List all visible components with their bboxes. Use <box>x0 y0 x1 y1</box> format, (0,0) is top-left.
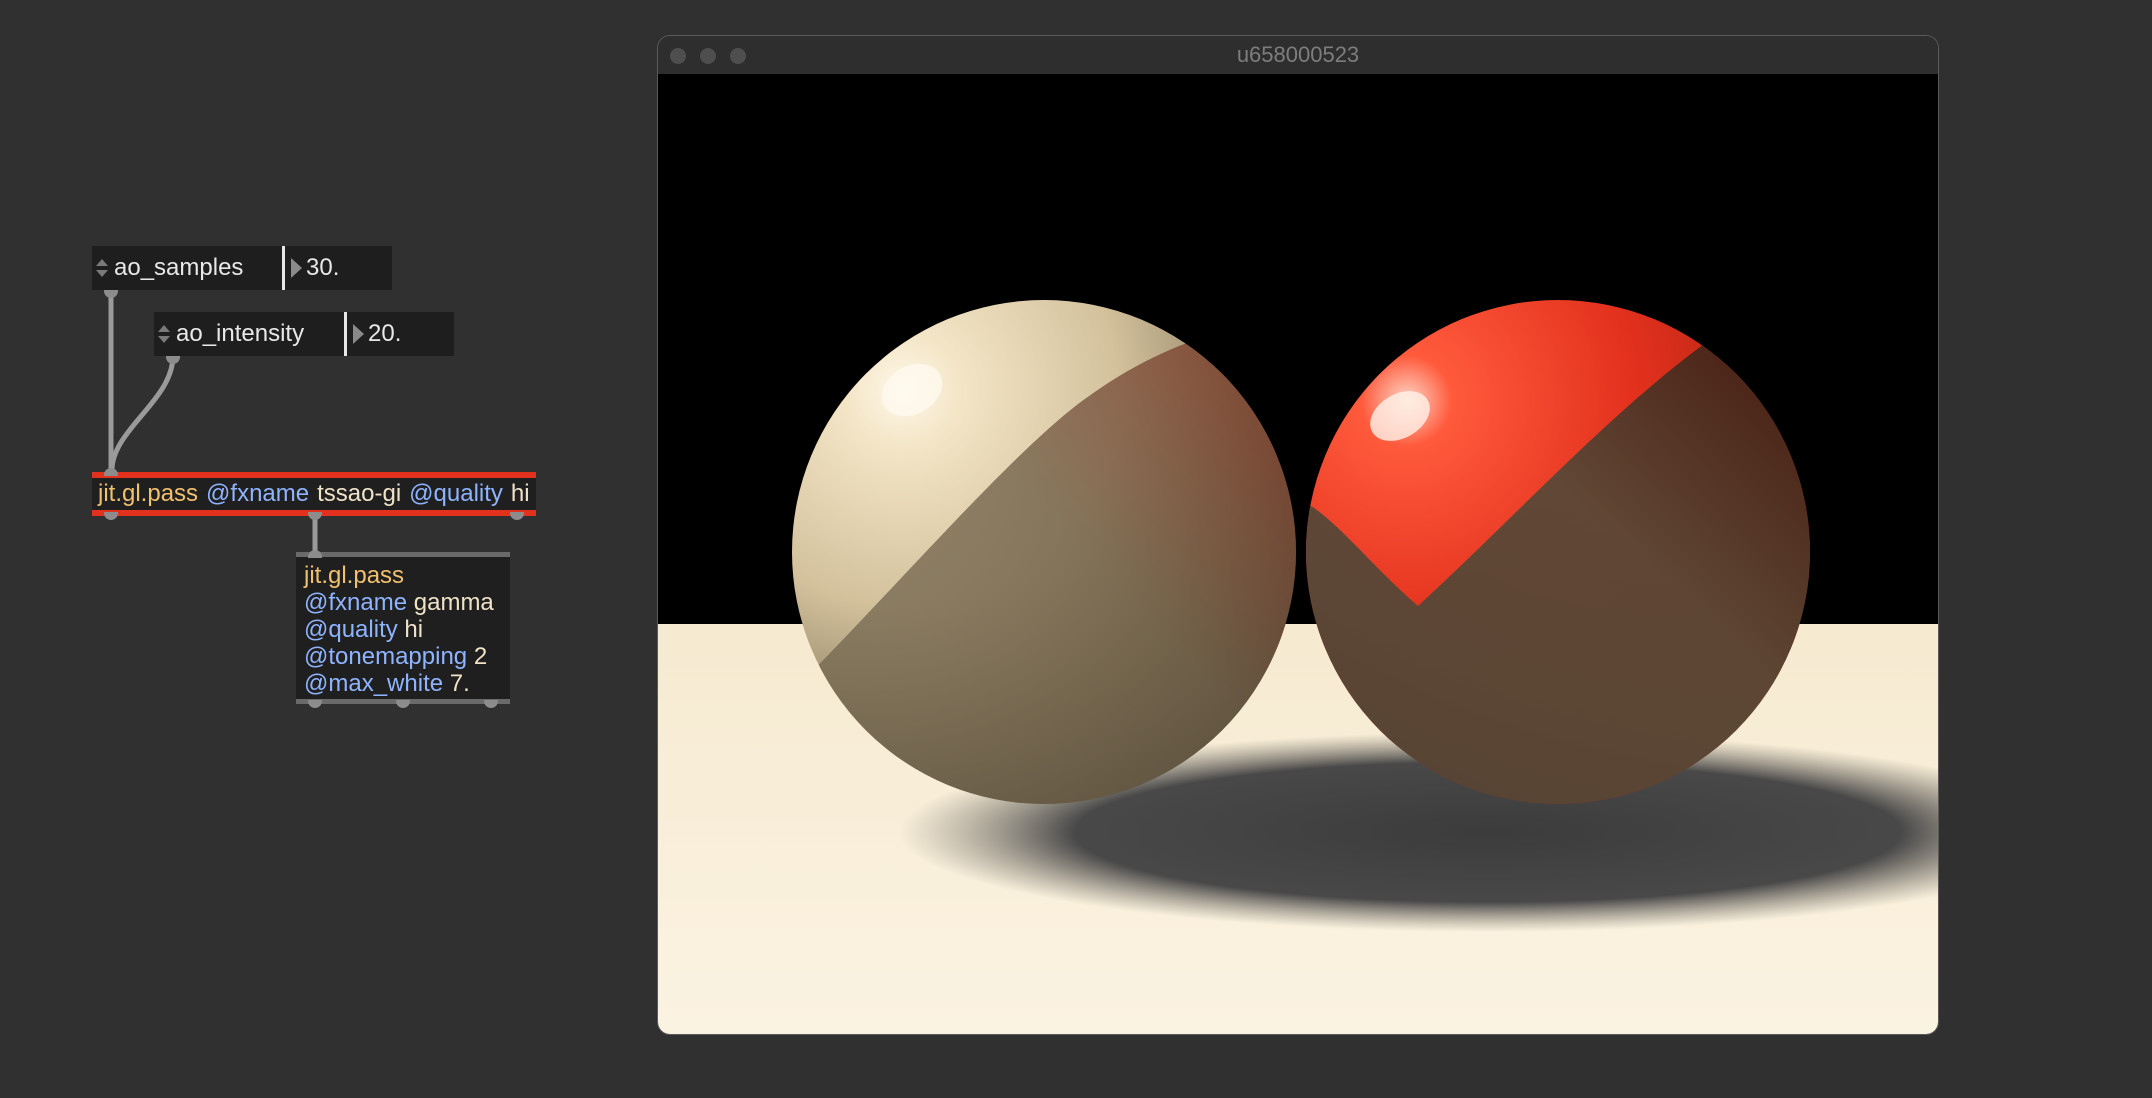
stepper-arrows-icon[interactable] <box>154 312 174 356</box>
arrow-down-icon <box>96 270 108 277</box>
attr-name: @fxname <box>304 589 408 616</box>
attr-value: tssao-gi <box>317 480 402 507</box>
number-box[interactable]: 20. <box>353 312 401 356</box>
gl-viewport[interactable] <box>658 74 1938 1034</box>
object-jit-gl-pass-tssao[interactable]: jit.gl.pass @fxname tssao-gi @quality hi <box>92 472 536 516</box>
attrui-ao-intensity[interactable]: ao_intensity 20. <box>154 312 454 356</box>
param-name: ao_intensity <box>176 320 305 347</box>
close-window-button[interactable] <box>670 48 686 64</box>
minimize-window-button[interactable] <box>700 48 716 64</box>
max-patcher-canvas[interactable]: ao_samples 30. ao_intensity 20. jit.gl.p… <box>0 0 2152 1098</box>
cord-ao-intensity <box>109 355 176 471</box>
outlet[interactable] <box>308 700 322 708</box>
window-title: u658000523 <box>1236 42 1360 67</box>
attr-name: @quality <box>304 616 398 643</box>
outlet[interactable] <box>396 700 410 708</box>
window-titlebar[interactable]: u658000523 <box>658 36 1938 74</box>
attr-value: hi <box>404 616 424 643</box>
stepper-arrows-icon[interactable] <box>92 246 112 290</box>
attr-name: @quality <box>409 480 503 507</box>
object-jit-gl-pass-gamma[interactable]: jit.gl.pass @fxname gamma @quality hi @t… <box>296 552 510 704</box>
inlet[interactable] <box>308 550 322 558</box>
inlet[interactable] <box>104 468 118 476</box>
outlet[interactable] <box>104 290 118 298</box>
attr-value: 7. <box>449 670 470 697</box>
divider <box>344 312 347 356</box>
attr-value: gamma <box>413 589 494 616</box>
object-class: jit.gl.pass <box>98 480 199 507</box>
divider <box>282 246 285 290</box>
rendered-scene <box>658 74 1938 1034</box>
outlet[interactable] <box>308 512 322 520</box>
param-value: 30. <box>306 254 340 281</box>
triangle-right-icon <box>291 258 302 278</box>
render-window[interactable]: u658000523 <box>658 36 1938 1034</box>
arrow-up-icon <box>158 325 170 332</box>
outlet[interactable] <box>166 356 180 364</box>
attr-value: 2 <box>473 643 488 670</box>
outlet[interactable] <box>104 512 118 520</box>
zoom-window-button[interactable] <box>730 48 746 64</box>
arrow-down-icon <box>158 336 170 343</box>
attr-value: hi <box>510 480 530 507</box>
attr-name: @tonemapping <box>304 643 468 670</box>
object-class: jit.gl.pass <box>304 562 405 589</box>
outlet[interactable] <box>484 700 498 708</box>
arrow-up-icon <box>96 259 108 266</box>
outlet[interactable] <box>510 512 524 520</box>
attrui-ao-samples[interactable]: ao_samples 30. <box>92 246 392 290</box>
triangle-right-icon <box>353 324 364 344</box>
number-box[interactable]: 30. <box>291 246 339 290</box>
attr-name: @fxname <box>206 480 310 507</box>
attr-name: @max_white <box>304 670 444 697</box>
param-name: ao_samples <box>114 254 244 281</box>
param-value: 20. <box>368 320 402 347</box>
